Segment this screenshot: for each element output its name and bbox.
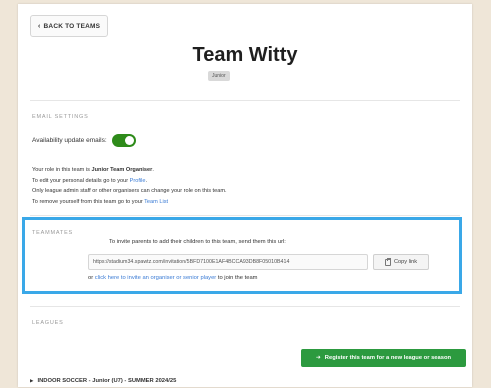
remove-line: To remove yourself from this team go to …: [32, 197, 227, 208]
back-to-teams-label: BACK TO TEAMS: [43, 22, 101, 30]
register-team-button[interactable]: ➜ Register this team for a new league or…: [301, 349, 466, 367]
toggle-knob: [124, 136, 134, 145]
availability-label: Availability update emails:: [32, 137, 107, 144]
team-card: ‹ BACK TO TEAMS Team Witty Junior EMAIL …: [18, 4, 472, 387]
copy-link-button[interactable]: Copy link: [373, 254, 429, 270]
or-prefix: or: [88, 275, 95, 281]
invite-organiser-link[interactable]: click here to invite an organiser or sen…: [95, 275, 216, 281]
back-to-teams-button[interactable]: ‹ BACK TO TEAMS: [30, 15, 109, 37]
register-team-label: Register this team for a new league or s…: [324, 355, 452, 361]
arrow-right-icon: ➜: [315, 355, 321, 361]
invite-organiser-line: or click here to invite an organiser or …: [88, 275, 258, 281]
team-list-link[interactable]: Team List: [144, 199, 168, 205]
invite-instructions: To invite parents to add their children …: [109, 239, 286, 245]
profile-line: To edit your personal details go to your…: [32, 176, 227, 187]
invite-url-field[interactable]: https://stadium34.spawtz.com/invitation/…: [88, 254, 368, 270]
league-item-label: INDOOR SOCCER - Junior (U7) - SUMMER 202…: [37, 378, 177, 384]
role-line: Your role in this team is Junior Team Or…: [32, 165, 227, 176]
copy-link-label: Copy link: [393, 259, 417, 265]
clipboard-icon: [384, 257, 391, 266]
or-suffix: to join the team: [216, 275, 258, 281]
availability-setting: Availability update emails:: [32, 134, 136, 147]
availability-toggle[interactable]: [111, 134, 136, 147]
profile-link[interactable]: Profile: [130, 178, 146, 184]
role-badge: Junior: [208, 71, 230, 81]
profile-line-prefix: To edit your personal details go to your: [32, 177, 130, 184]
divider: [30, 100, 460, 101]
teammates-label: TEAMMATES: [32, 230, 74, 236]
role-value: Junior Team Organiser: [91, 167, 153, 173]
role-line-prefix: Your role in this team is: [32, 167, 92, 173]
divider: [30, 306, 460, 307]
chevron-left-icon: ‹: [38, 22, 41, 30]
divider: [30, 215, 460, 216]
role-change-note: Only league admin staff or other organis…: [32, 188, 227, 194]
league-item[interactable]: ▶ INDOOR SOCCER - Junior (U7) - SUMMER 2…: [30, 374, 460, 388]
role-info: Your role in this team is Junior Team Or…: [32, 165, 227, 207]
role-line-suffix: .: [152, 167, 154, 173]
profile-line-suffix: .: [145, 177, 148, 184]
leagues-label: LEAGUES: [32, 320, 64, 326]
caret-right-icon: ▶: [30, 378, 34, 383]
remove-line-prefix: To remove yourself from this team go to …: [32, 198, 145, 205]
page-title: Team Witty: [192, 44, 298, 66]
email-settings-label: EMAIL SETTINGS: [32, 114, 89, 120]
